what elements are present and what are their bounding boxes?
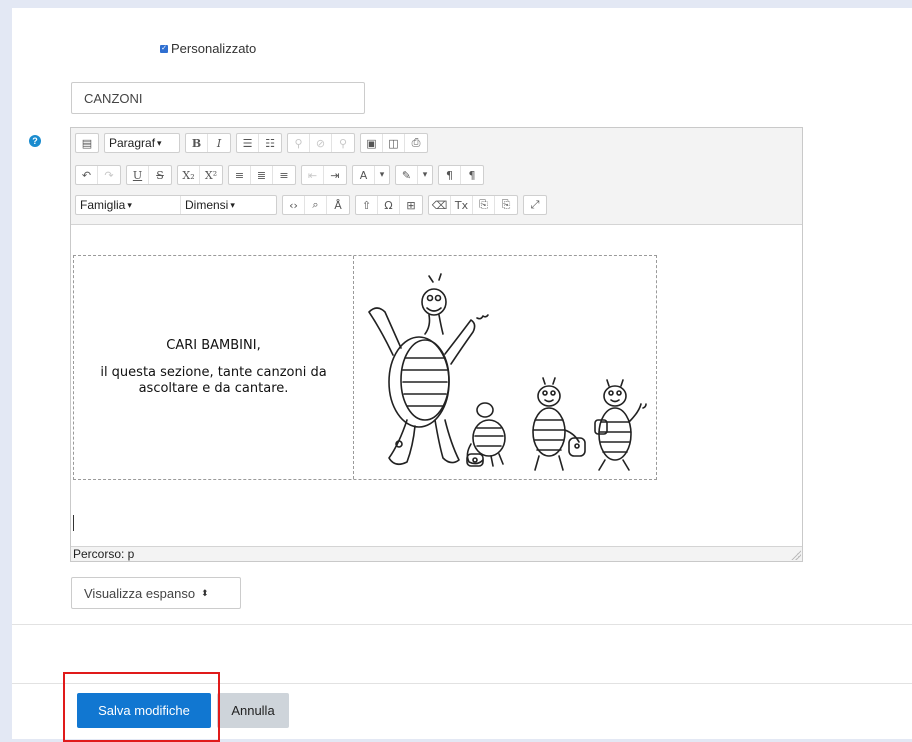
fullscreen-icon[interactable]: ⤢ xyxy=(524,196,546,214)
source-code-icon[interactable]: ‹› xyxy=(283,196,305,214)
chevron-down-icon: ▾ xyxy=(230,199,235,210)
divider xyxy=(12,683,912,684)
toolbar-toggle-icon[interactable]: ▤ xyxy=(76,134,98,152)
upload-icon[interactable]: ⇧ xyxy=(356,196,378,214)
custom-checkbox-row[interactable]: ✓ Personalizzato xyxy=(160,41,256,56)
italic-icon[interactable]: I xyxy=(208,134,230,152)
file-icon[interactable]: ⎙ xyxy=(405,134,427,152)
display-mode-value: Visualizza espanso xyxy=(84,585,196,601)
paste-text-icon[interactable]: ⎘ xyxy=(495,196,517,214)
paragraph-format-label: Paragraf xyxy=(109,136,156,150)
font-size-select[interactable]: Dimensi ▾ xyxy=(180,196,276,214)
updown-arrow-icon: ⬍ xyxy=(201,587,209,598)
background-color-dropdown-icon[interactable]: ▾ xyxy=(418,166,432,184)
text-color-dropdown-icon[interactable]: ▾ xyxy=(375,166,389,184)
align-right-icon[interactable]: ≡ xyxy=(273,166,295,184)
image-icon[interactable]: ▣ xyxy=(361,134,383,152)
font-size-label: Dimensi xyxy=(185,198,229,212)
bold-icon[interactable]: B xyxy=(186,134,208,152)
editor-content-area[interactable]: CARI BAMBINI, il questa sezione, tante c… xyxy=(71,225,802,546)
checkbox-checked-icon[interactable]: ✓ xyxy=(160,44,168,53)
background-color-icon[interactable]: ✎ xyxy=(396,166,418,184)
chevron-down-icon: ▾ xyxy=(157,137,162,148)
rtl-icon[interactable]: ¶ xyxy=(461,166,483,184)
font-family-select[interactable]: Famiglia ▾ xyxy=(76,196,180,214)
superscript-icon[interactable]: X² xyxy=(200,166,222,184)
title-input[interactable] xyxy=(71,82,365,114)
rich-text-editor: ▤ Paragraf ▾ B I ☰ ☷ ⚲ ⊘ ⚲ ▣ ◫ ⎙ ↶ ↷ U S… xyxy=(70,127,803,562)
strikethrough-icon[interactable]: S xyxy=(149,166,171,184)
content-paragraph: il questa sezione, tante canzoni da asco… xyxy=(100,365,327,396)
find-replace-icon[interactable]: ⌕ xyxy=(305,196,327,214)
numbered-list-icon[interactable]: ☷ xyxy=(259,134,281,152)
resize-handle[interactable] xyxy=(791,550,801,560)
content-table: CARI BAMBINI, il questa sezione, tante c… xyxy=(73,255,657,480)
ltr-icon[interactable]: ¶ xyxy=(439,166,461,184)
paragraph-format-select[interactable]: Paragraf ▾ xyxy=(105,134,179,152)
align-center-icon[interactable]: ≣ xyxy=(251,166,273,184)
eraser-icon[interactable]: ⌫ xyxy=(429,196,451,214)
anchor-icon[interactable]: ⚲ xyxy=(332,134,354,152)
media-icon[interactable]: ◫ xyxy=(383,134,405,152)
font-family-label: Famiglia xyxy=(80,198,126,212)
save-button[interactable]: Salva modifiche xyxy=(77,693,211,728)
link-icon[interactable]: ⚲ xyxy=(288,134,310,152)
table-divider xyxy=(353,256,354,479)
undo-icon[interactable]: ↶ xyxy=(76,166,98,184)
content-text-cell: CARI BAMBINI, il questa sezione, tante c… xyxy=(74,256,353,479)
divider xyxy=(12,624,912,625)
unlink-icon[interactable]: ⊘ xyxy=(310,134,332,152)
paste-word-icon[interactable]: ⎘ xyxy=(473,196,495,214)
special-char-icon[interactable]: Ω xyxy=(378,196,400,214)
content-heading: CARI BAMBINI, xyxy=(166,338,261,353)
editor-statusbar: Percorso: p xyxy=(71,546,802,561)
outdent-icon[interactable]: ⇤ xyxy=(302,166,324,184)
element-path: Percorso: p xyxy=(73,547,135,561)
table-icon[interactable]: ⊞ xyxy=(400,196,422,214)
spellcheck-icon[interactable]: Å xyxy=(327,196,349,214)
checkbox-label: Personalizzato xyxy=(171,41,257,56)
text-caret xyxy=(73,515,74,531)
cancel-button[interactable]: Annulla xyxy=(217,693,289,728)
indent-icon[interactable]: ⇥ xyxy=(324,166,346,184)
chevron-down-icon: ▾ xyxy=(127,199,132,210)
text-color-icon[interactable]: A xyxy=(353,166,375,184)
clear-format-icon[interactable]: Tx xyxy=(451,196,473,214)
help-icon[interactable]: ? xyxy=(29,135,41,147)
underline-icon[interactable]: U xyxy=(127,166,149,184)
redo-icon[interactable]: ↷ xyxy=(98,166,120,184)
turtles-illustration xyxy=(368,273,647,471)
bullet-list-icon[interactable]: ☰ xyxy=(237,134,259,152)
align-left-icon[interactable]: ≡ xyxy=(229,166,251,184)
editor-toolbar: ▤ Paragraf ▾ B I ☰ ☷ ⚲ ⊘ ⚲ ▣ ◫ ⎙ ↶ ↷ U S… xyxy=(71,128,802,225)
display-mode-select[interactable]: Visualizza espanso ⬍ xyxy=(71,577,241,609)
subscript-icon[interactable]: X₂ xyxy=(178,166,200,184)
